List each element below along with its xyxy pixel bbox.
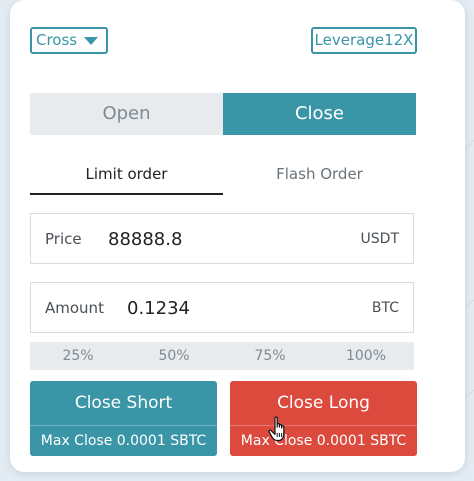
tab-flash-order[interactable]: Flash Order xyxy=(223,157,416,195)
close-long-divider xyxy=(230,425,417,426)
close-long-label: Close Long xyxy=(277,393,370,413)
leverage-label: Leverage12X xyxy=(314,31,414,49)
close-short-button[interactable]: Close Short Max Close 0.0001 SBTC xyxy=(30,381,217,456)
amount-label: Amount xyxy=(45,299,104,317)
percent-75-button[interactable]: 75% xyxy=(222,342,318,370)
close-long-max: Max Close 0.0001 SBTC xyxy=(240,433,407,449)
margin-mode-dropdown[interactable]: Cross xyxy=(30,27,108,54)
close-short-divider xyxy=(30,425,217,426)
tab-flash-order-label: Flash Order xyxy=(276,165,363,183)
margin-mode-label: Cross xyxy=(36,31,78,49)
percent-25-button[interactable]: 25% xyxy=(30,342,126,370)
tab-close-label: Close xyxy=(294,103,345,124)
tab-limit-order[interactable]: Limit order xyxy=(30,157,223,195)
amount-input[interactable]: 0.1234 xyxy=(127,298,190,319)
tab-close[interactable]: Close xyxy=(223,93,416,135)
price-label: Price xyxy=(45,230,82,248)
tab-limit-order-label: Limit order xyxy=(85,165,168,183)
caret-down-icon xyxy=(84,37,98,45)
close-short-label: Close Short xyxy=(74,393,173,413)
percent-selector: 25% 50% 75% 100% xyxy=(30,342,414,370)
percent-50-button[interactable]: 50% xyxy=(126,342,222,370)
close-long-button[interactable]: Close Long Max Close 0.0001 SBTC xyxy=(230,381,417,456)
amount-field[interactable]: Amount 0.1234 BTC xyxy=(30,282,414,333)
price-input[interactable]: 88888.8 xyxy=(108,229,182,250)
price-unit: USDT xyxy=(360,231,399,247)
leverage-button[interactable]: Leverage12X xyxy=(311,27,417,54)
tab-open-label: Open xyxy=(102,103,151,124)
tab-open[interactable]: Open xyxy=(30,93,223,135)
close-short-max: Max Close 0.0001 SBTC xyxy=(40,433,207,449)
percent-100-button[interactable]: 100% xyxy=(318,342,414,370)
price-field[interactable]: Price 88888.8 USDT xyxy=(30,213,414,264)
amount-unit: BTC xyxy=(371,300,399,316)
